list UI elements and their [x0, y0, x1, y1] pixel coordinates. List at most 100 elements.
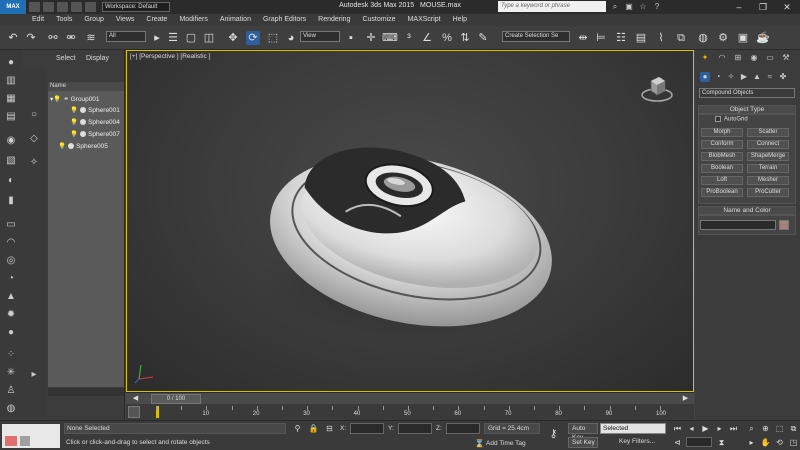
angle-snap-icon[interactable]: ∠: [420, 31, 434, 45]
current-frame-input[interactable]: [686, 437, 712, 447]
menu-edit[interactable]: Edit: [26, 14, 50, 26]
bind-spacewarp-icon[interactable]: ≋: [84, 31, 98, 45]
y-coordinate-input[interactable]: [398, 423, 432, 434]
hierarchy-tab-icon[interactable]: ⊞: [733, 53, 743, 63]
unlink-icon[interactable]: ⚮: [64, 31, 78, 45]
edit-named-selection-icon[interactable]: ✎: [476, 31, 490, 45]
zoom-all-icon[interactable]: ⊕: [760, 423, 771, 434]
star-icon[interactable]: ☆: [638, 2, 648, 12]
scatter-button[interactable]: Scatter: [747, 128, 789, 137]
next-frame-button-icon[interactable]: ▸: [714, 423, 725, 434]
plane-icon[interactable]: ▭: [4, 218, 18, 231]
link-icon[interactable]: ⚯: [46, 31, 60, 45]
mouse-model[interactable]: [127, 51, 694, 392]
pan-icon[interactable]: ✋: [760, 437, 771, 448]
open-file-icon[interactable]: [43, 2, 54, 12]
dome-icon[interactable]: ◠: [4, 236, 18, 249]
explorer-options-icon[interactable]: ▸: [27, 368, 41, 381]
figure-icon[interactable]: ♙: [4, 384, 18, 397]
rectangular-region-icon[interactable]: ▢: [184, 31, 198, 45]
gold-sphere-icon[interactable]: ●: [4, 326, 18, 339]
key-icon[interactable]: ⚷: [548, 429, 559, 440]
ribbon-icon[interactable]: ▤: [634, 31, 648, 45]
object-type-rollout-header[interactable]: Object Type: [698, 105, 796, 114]
search-input[interactable]: Type a keyword or phrase: [498, 1, 606, 12]
move-icon[interactable]: ✥: [226, 31, 240, 45]
proboolean-button[interactable]: ProBoolean: [701, 188, 743, 197]
curve-editor-icon[interactable]: ⌇: [654, 31, 668, 45]
fill-icon[interactable]: ◐: [4, 174, 18, 187]
render-production-icon[interactable]: ☕: [756, 31, 770, 45]
spinner-snap-icon[interactable]: ⇅: [458, 31, 472, 45]
shapemerge-button[interactable]: ShapeMerge: [747, 152, 789, 161]
undo-icon[interactable]: ↶: [6, 31, 20, 45]
time-slider-thumb[interactable]: 0 / 100: [151, 394, 201, 404]
systems-icon[interactable]: ✤: [778, 72, 788, 82]
time-config-icon[interactable]: ⧗: [716, 437, 727, 448]
cone-icon[interactable]: ▲: [4, 290, 18, 303]
close-icon[interactable]: ✕: [776, 0, 798, 14]
next-frame-icon[interactable]: ▶: [680, 393, 691, 404]
save-file-icon[interactable]: [57, 2, 68, 12]
material-editor-icon[interactable]: ◍: [696, 31, 710, 45]
redo-quick-icon[interactable]: [85, 2, 96, 12]
auto-key-button[interactable]: Auto Key: [568, 423, 598, 441]
globe-icon[interactable]: ◍: [4, 402, 18, 415]
visibility-bulb-icon[interactable]: 💡: [70, 107, 78, 114]
tree-item-group001[interactable]: ▾💡 ⚭ Group001: [50, 95, 100, 105]
select-by-name-icon[interactable]: ☰: [166, 31, 180, 45]
name-color-rollout-header[interactable]: Name and Color: [698, 206, 796, 215]
play-icon[interactable]: ▶: [700, 423, 711, 434]
perspective-viewport[interactable]: [+] [Perspective ] [Realistic ]: [126, 50, 694, 392]
time-slider[interactable]: ◀ 0 / 100 ▶: [126, 392, 694, 404]
boolean-button[interactable]: Boolean: [701, 164, 743, 173]
go-to-start-icon[interactable]: ⏮: [672, 423, 683, 434]
reference-coordinate-dropdown[interactable]: View: [300, 31, 340, 42]
set-key-button[interactable]: Set Key: [568, 437, 598, 448]
key-mode-icon[interactable]: ⊲: [672, 437, 683, 448]
track-bar[interactable]: 10 20 30 40 50 60 70 80 90 100: [126, 404, 694, 420]
menu-modifiers[interactable]: Modifiers: [173, 14, 213, 26]
sun-icon[interactable]: ✹: [4, 308, 18, 321]
loft-button[interactable]: Loft: [701, 176, 743, 185]
place-icon[interactable]: ◕: [284, 31, 298, 45]
connect-button[interactable]: Connect: [747, 140, 789, 149]
torus-icon[interactable]: ◎: [4, 254, 18, 267]
motion-tab-icon[interactable]: ◉: [749, 53, 759, 63]
rendered-frame-icon[interactable]: ▣: [736, 31, 750, 45]
tree-item-sphere004[interactable]: 💡 Sphere004: [70, 118, 120, 128]
filter-shapes-icon[interactable]: ◇: [27, 132, 41, 145]
visibility-bulb-icon[interactable]: 💡: [58, 143, 66, 150]
viewcube-icon[interactable]: [641, 73, 673, 103]
name-column-header[interactable]: Name: [48, 82, 124, 91]
explorer-scrollbar[interactable]: [48, 388, 124, 396]
orbit-icon[interactable]: ⟲: [774, 437, 785, 448]
menu-animation[interactable]: Animation: [214, 14, 257, 26]
zoom-extents-all-icon[interactable]: ⧉: [788, 423, 799, 434]
select-object-icon[interactable]: ▸: [150, 31, 164, 45]
isolate-icon[interactable]: ⚲: [292, 423, 303, 434]
particles-icon[interactable]: ⁘: [4, 348, 18, 361]
menu-customize[interactable]: Customize: [356, 14, 401, 26]
x-coordinate-input[interactable]: [350, 423, 384, 434]
app-logo[interactable]: MAX: [0, 0, 26, 14]
prev-frame-icon[interactable]: ◀: [130, 393, 141, 404]
geometry-icon[interactable]: ●: [700, 72, 710, 82]
box-icon[interactable]: ▧: [4, 154, 18, 167]
shapes-icon[interactable]: ✳: [4, 366, 18, 379]
select-manipulate-icon[interactable]: ✛: [364, 31, 378, 45]
cylinder-icon[interactable]: ▮: [4, 194, 18, 207]
absolute-mode-icon[interactable]: ⊟: [324, 423, 335, 434]
sphere-icon[interactable]: ●: [4, 56, 18, 69]
redo-icon[interactable]: ↷: [24, 31, 38, 45]
menu-rendering[interactable]: Rendering: [312, 14, 356, 26]
schematic-view-icon[interactable]: ⧉: [674, 31, 688, 45]
display-tab-icon[interactable]: ▭: [765, 53, 775, 63]
terrain-button[interactable]: Terrain: [747, 164, 789, 173]
tree-item-sphere007[interactable]: 💡 Sphere007: [70, 130, 120, 140]
shapes-icon[interactable]: ◔: [713, 72, 723, 82]
autogrid-checkbox[interactable]: AutoGrid: [715, 116, 748, 123]
mesher-button[interactable]: Mesher: [747, 176, 789, 185]
workspace-dropdown[interactable]: Workspace: Default: [102, 2, 170, 12]
go-to-end-icon[interactable]: ⏭: [728, 423, 739, 434]
